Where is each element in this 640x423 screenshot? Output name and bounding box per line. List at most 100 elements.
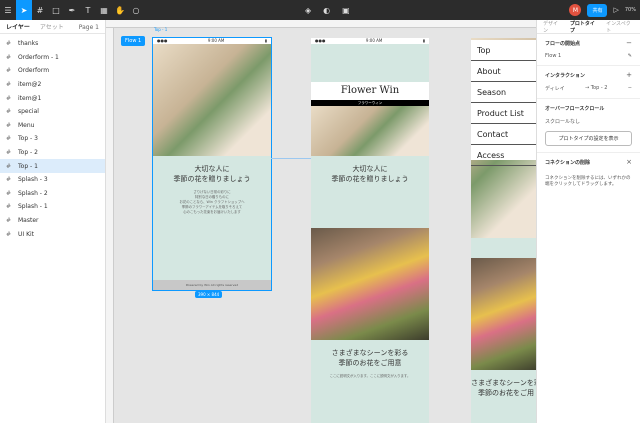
minus-icon[interactable]: − <box>628 85 632 92</box>
frame-label[interactable]: Top - 1 <box>154 27 167 32</box>
menu-item-access[interactable]: Access <box>471 145 536 166</box>
pen-tool-icon[interactable]: ✒ <box>64 0 80 20</box>
tab-inspect[interactable]: インスペクト <box>606 20 634 34</box>
layer-item[interactable]: # Splash - 2 <box>0 187 105 201</box>
resources-icon[interactable]: ▦ <box>96 0 112 20</box>
minus-icon[interactable]: − <box>626 39 632 47</box>
layer-item[interactable]: # Orderform <box>0 64 105 78</box>
section-title: オーバーフロースクロール <box>545 106 605 112</box>
boolean-icon[interactable]: ▣ <box>342 6 350 15</box>
status-bar: ●●● 9:00 AM ▮ <box>311 38 429 44</box>
zoom-level[interactable]: 70% <box>625 7 636 13</box>
layer-item[interactable]: # item@2 <box>0 78 105 92</box>
flow-start-section: フローの開始点 − Flow 1 ✎ <box>537 34 640 66</box>
menu-item-about[interactable]: About <box>471 61 536 82</box>
layer-label: Top - 2 <box>18 149 38 157</box>
section-title: コネクションの削除 <box>545 160 591 166</box>
menu-item-contact[interactable]: Contact <box>471 124 536 145</box>
flow-name: Flow 1 <box>545 53 562 59</box>
flow-start-tag[interactable]: Flow 1 <box>121 36 146 46</box>
menu-item-product-list[interactable]: Product List <box>471 103 536 124</box>
shape-tool-icon[interactable]: □ <box>48 0 64 20</box>
menu-overlay[interactable]: Top About Season Product List Contact Ac… <box>471 40 536 166</box>
layer-item[interactable]: # Top - 2 <box>0 146 105 160</box>
frame-icon: # <box>6 203 12 211</box>
section-headline: さまざまなシーンを彩る 季節のお花をご用意 <box>311 340 429 368</box>
layers-panel: レイヤー アセット Page 1 # thanks # Orderform - 1 … <box>0 20 106 423</box>
layer-item[interactable]: # thanks <box>0 37 105 51</box>
shop-image <box>311 228 429 340</box>
flow-row[interactable]: Flow 1 ✎ <box>545 53 632 59</box>
text-tool-icon[interactable]: T <box>80 0 96 20</box>
frame-icon: # <box>6 108 12 116</box>
connection-line[interactable] <box>271 158 311 159</box>
tab-assets[interactable]: アセット <box>40 22 64 31</box>
menu-item-top[interactable]: Top <box>471 40 536 61</box>
tab-layers[interactable]: レイヤー <box>6 22 30 31</box>
frame-icon: # <box>6 121 12 129</box>
status-time: 9:00 AM <box>207 38 225 43</box>
layer-label: Menu <box>18 121 35 129</box>
hand-tool-icon[interactable]: ✋ <box>112 0 128 20</box>
frame-icon: # <box>6 230 12 238</box>
edit-icon[interactable]: ✎ <box>628 53 632 59</box>
right-tabs: デザイン プロトタイプ インスペクト <box>537 20 640 34</box>
mask-icon[interactable]: ◐ <box>323 6 330 15</box>
left-ruler <box>106 28 114 423</box>
frame-top-2[interactable]: ●●● 9:00 AM ▮ Flower Win フラワーウィン 大切な人に 季節の… <box>311 38 429 423</box>
frame-tool-icon[interactable]: # <box>32 0 48 20</box>
frame-top-1[interactable]: ●●● 9:00 AM ▮ 大切な人に 季節の花を贈りましょう さりげない日常の彩り… <box>152 37 272 291</box>
frame-icon: # <box>6 189 12 197</box>
tab-prototype[interactable]: プロトタイプ <box>570 20 598 34</box>
frame-icon: # <box>6 176 12 184</box>
layer-label: Orderform - 1 <box>18 53 59 61</box>
interaction-target: → Top - 2 <box>585 85 608 91</box>
move-tool-icon[interactable]: ➤ <box>16 0 32 20</box>
design-canvas[interactable]: Flow 1 Top - 1 ●●● 9:00 AM ▮ 大切な人に 季節の花を贈り… <box>106 20 536 423</box>
layer-item[interactable]: # Menu <box>0 119 105 133</box>
layer-item-selected[interactable]: # Top - 1 <box>0 159 105 173</box>
prototype-settings-button[interactable]: プロトタイプの設定を表示 <box>545 131 632 146</box>
toolbar-right: M 共有 ▷ 70% <box>569 0 640 20</box>
page-selector[interactable]: Page 1 <box>79 24 99 31</box>
layer-item[interactable]: # Splash - 3 <box>0 173 105 187</box>
hero-image <box>153 44 271 156</box>
present-icon[interactable]: ▷ <box>613 6 618 14</box>
layer-item[interactable]: # Splash - 1 <box>0 200 105 214</box>
overflow-select[interactable]: スクロールなし <box>545 118 632 125</box>
layer-item[interactable]: # item@1 <box>0 91 105 105</box>
menu-item-season[interactable]: Season <box>471 82 536 103</box>
status-time: 9:00 AM <box>365 38 383 43</box>
layer-item[interactable]: # UI Kit <box>0 227 105 241</box>
layer-item[interactable]: # special <box>0 105 105 119</box>
overflow-value: スクロールなし <box>545 119 581 125</box>
headline-line: 季節の花を贈りましょう <box>331 175 409 183</box>
share-button[interactable]: 共有 <box>587 3 608 17</box>
top-toolbar: ☰ ➤ # □ ✒ T ▦ ✋ ○ ◈ ◐ ▣ M 共有 ▷ 70% <box>0 0 640 20</box>
interaction-row[interactable]: ディレイ → Top - 2 − <box>545 85 632 92</box>
main-menu-icon[interactable]: ☰ <box>0 0 16 20</box>
interaction-section: インタラクション + ディレイ → Top - 2 − <box>537 66 640 99</box>
layer-label: Splash - 3 <box>18 176 48 184</box>
top-ruler <box>106 20 536 28</box>
frame-icon: # <box>6 94 12 102</box>
layer-item[interactable]: # Orderform - 1 <box>0 51 105 65</box>
layer-list: # thanks # Orderform - 1 # Orderform # item@… <box>0 34 105 241</box>
avatar[interactable]: M <box>569 4 582 16</box>
interaction-trigger: ディレイ <box>545 86 565 92</box>
close-icon[interactable]: × <box>626 158 632 166</box>
layer-item[interactable]: # Master <box>0 214 105 228</box>
layer-label: Orderform <box>18 67 50 75</box>
frame-icon: # <box>6 40 12 48</box>
section-title: インタラクション <box>545 73 586 79</box>
frame-icon: # <box>6 67 12 75</box>
center-toolbar: ◈ ◐ ▣ <box>305 0 350 20</box>
plus-icon[interactable]: + <box>626 71 632 79</box>
comment-tool-icon[interactable]: ○ <box>128 0 144 20</box>
layer-item[interactable]: # Top - 3 <box>0 132 105 146</box>
hero-body: さりげない日常の彩りに 特別な日の贈りものに お花のことなら、Win クラフトシ… <box>153 184 271 215</box>
connection-note: コネクションを削除するには、いずれかの端をクリックしてドラッグします。 <box>545 176 631 187</box>
tab-design[interactable]: デザイン <box>543 20 562 34</box>
overflow-section: オーバーフロースクロール スクロールなし プロトタイプの設定を表示 <box>537 99 640 153</box>
component-icon[interactable]: ◈ <box>305 6 311 15</box>
